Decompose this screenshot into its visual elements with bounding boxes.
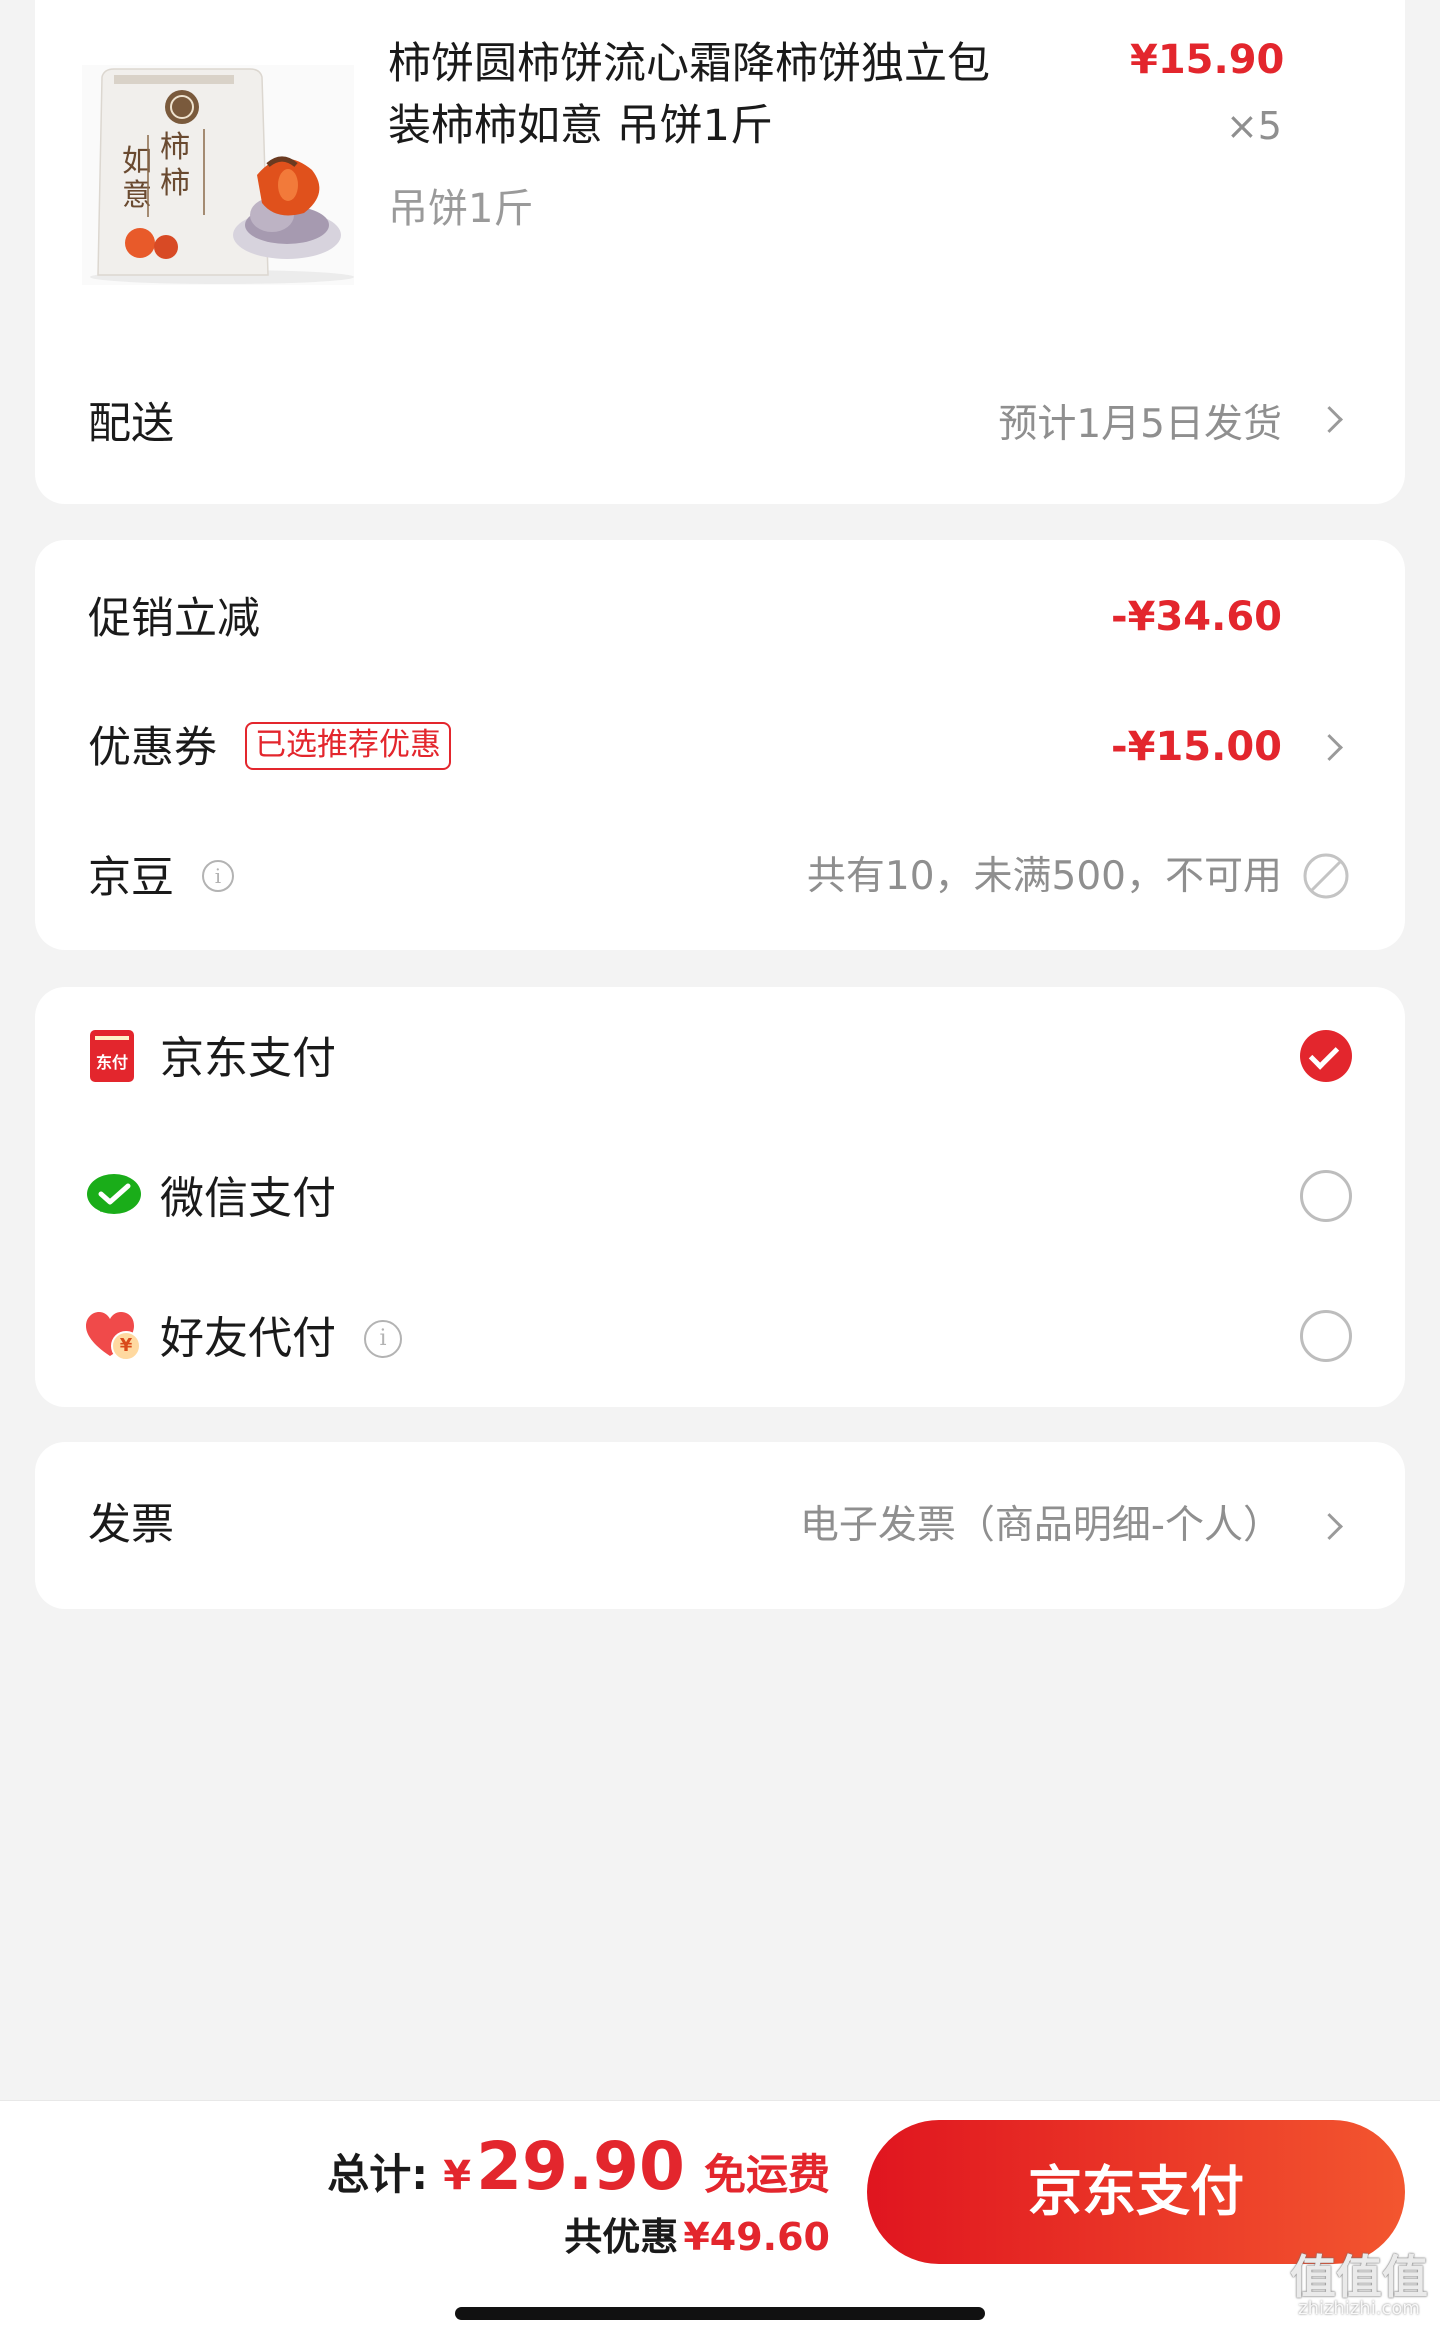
total-amount: 29.90 bbox=[476, 2128, 685, 2205]
jingdou-status: 共有10，未满500，不可用 bbox=[806, 854, 1282, 899]
payment-option-label: 好友代付 bbox=[160, 1313, 336, 1364]
product-title-line2[interactable]: 装柿柿如意 吊饼1斤 bbox=[388, 105, 773, 148]
friend-pay-info-icon[interactable]: i bbox=[364, 1320, 402, 1358]
jingdou-label: 京豆 bbox=[88, 853, 174, 903]
jd-pay-icon-text: 东付 bbox=[95, 1053, 128, 1072]
coupon-label: 优惠券 bbox=[88, 723, 217, 773]
jd-pay-submit-button[interactable]: 京东支付 bbox=[867, 2120, 1405, 2264]
product-thumbnail[interactable]: 如 意 柿 柿 bbox=[82, 65, 354, 285]
delivery-label: 配送 bbox=[88, 399, 174, 449]
total-currency: ¥ bbox=[443, 2153, 472, 2199]
product-quantity: ×5 bbox=[1225, 104, 1282, 148]
friend-radio-unchecked[interactable] bbox=[1300, 1310, 1352, 1362]
site-watermark: 值值值 zhizhizhi.com bbox=[1284, 2254, 1434, 2318]
jingdou-info-icon[interactable]: i bbox=[202, 860, 234, 892]
pay-button-label: 京东支付 bbox=[1028, 2160, 1244, 2223]
wechat-radio-unchecked[interactable] bbox=[1300, 1170, 1352, 1222]
saved-label: 共优惠 bbox=[564, 2215, 679, 2259]
product-spec: 吊饼1斤 bbox=[388, 186, 534, 232]
invoice-label: 发票 bbox=[88, 1500, 174, 1550]
svg-text:柿: 柿 bbox=[160, 166, 190, 201]
shipping-free: 免运费 bbox=[703, 2150, 830, 2199]
wechat-pay-icon bbox=[86, 1172, 142, 1220]
promo-amount: -¥34.60 bbox=[1111, 594, 1282, 640]
watermark-sub: zhizhizhi.com bbox=[1298, 2298, 1420, 2319]
promo-label: 促销立减 bbox=[88, 594, 260, 644]
svg-text:柿: 柿 bbox=[160, 130, 190, 165]
jingdou-disabled-icon bbox=[1302, 852, 1350, 900]
delivery-estimate[interactable]: 预计1月5日发货 bbox=[900, 405, 1282, 444]
total-row: 总计: ¥ 29.90 免运费 bbox=[0, 2128, 830, 2205]
home-indicator bbox=[455, 2307, 985, 2320]
watermark-text: 值值值 bbox=[1290, 2250, 1428, 2304]
coupon-amount[interactable]: -¥15.00 bbox=[1050, 727, 1282, 767]
jd-pay-icon: 东付 bbox=[90, 1030, 134, 1082]
payment-option-label: 京东支付 bbox=[160, 1033, 336, 1084]
saved-amount: ¥49.60 bbox=[683, 2215, 830, 2259]
friend-pay-icon: ¥ bbox=[86, 1312, 142, 1362]
jdpay-radio-checked[interactable] bbox=[1300, 1030, 1352, 1082]
coupon-recommended-badge: 已选推荐优惠 bbox=[245, 722, 451, 770]
payment-option-label: 微信支付 bbox=[160, 1173, 336, 1224]
product-price: ¥15.90 bbox=[1130, 37, 1285, 83]
product-title-line1[interactable]: 柿饼圆柿饼流心霜降柿饼独立包 bbox=[388, 43, 990, 86]
persimmon-package-image: 如 意 柿 柿 bbox=[90, 68, 354, 284]
invoice-type[interactable]: 电子发票（商品明细-个人） bbox=[730, 1506, 1282, 1545]
total-label: 总计: bbox=[327, 2150, 429, 2199]
friend-pay-icon-text: ¥ bbox=[119, 1335, 133, 1356]
saved-row: 共优惠 ¥49.60 bbox=[0, 2218, 830, 2256]
